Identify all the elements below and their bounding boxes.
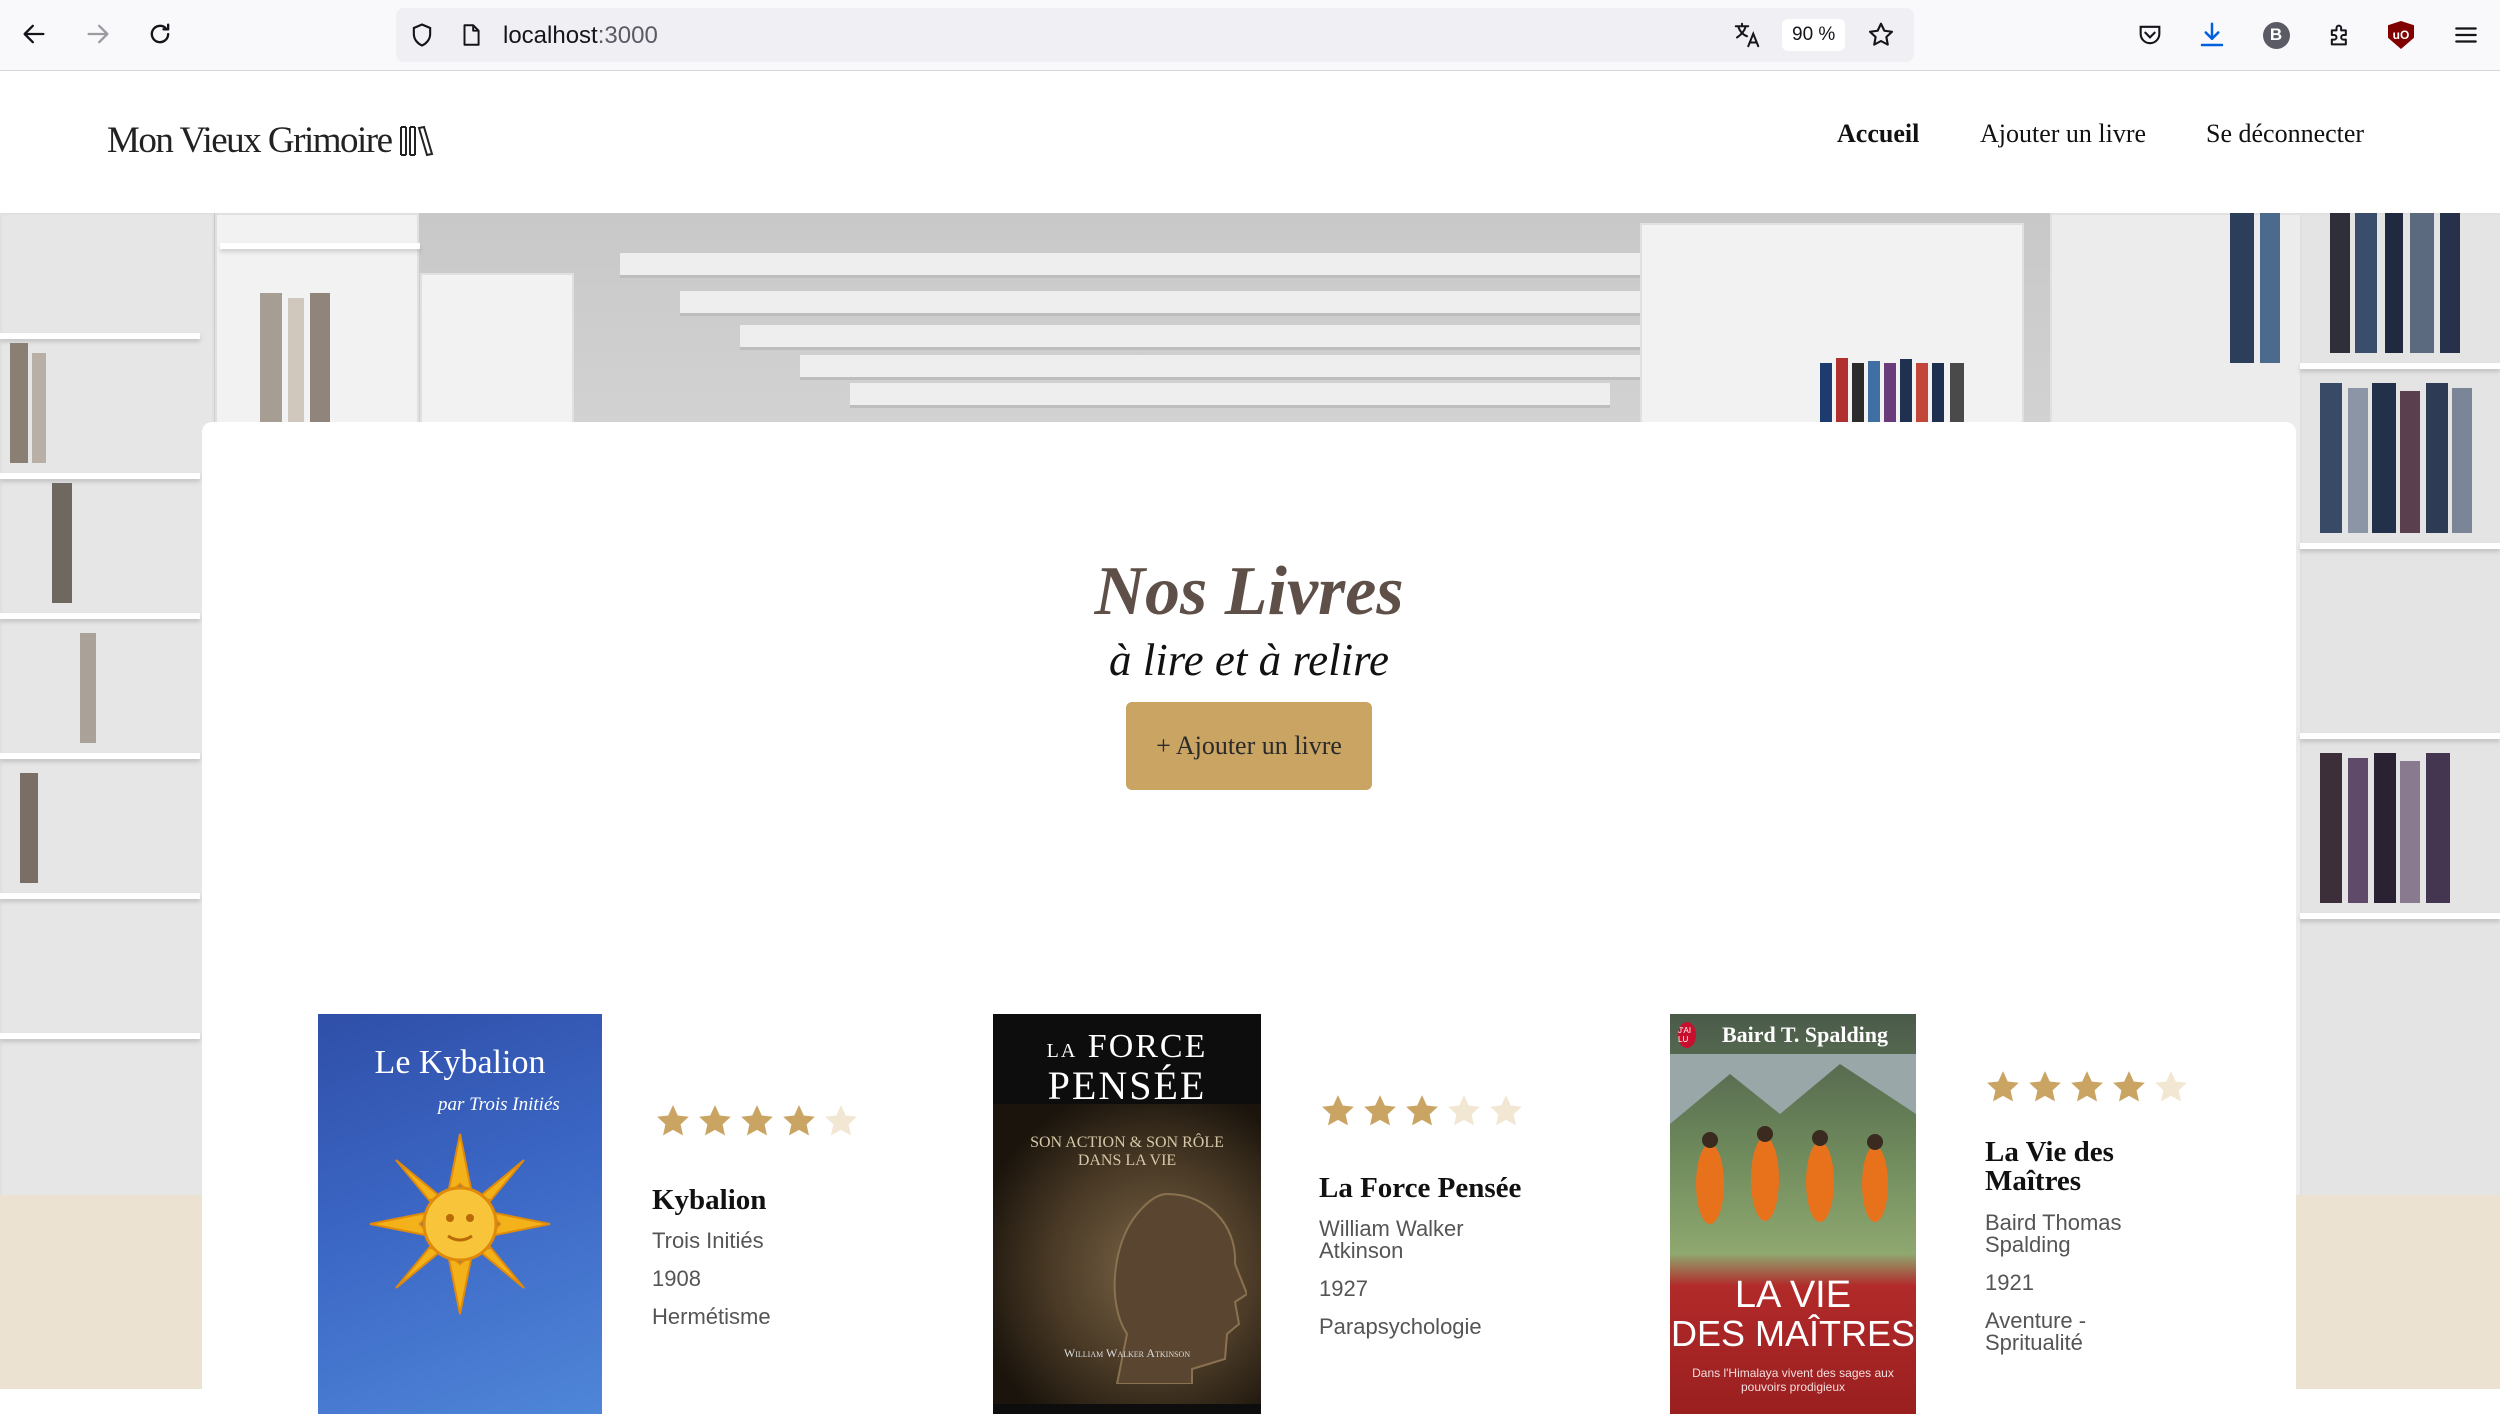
book-title[interactable]: La Vie des Maîtres [1985,1138,2195,1196]
cover-title: Le Kybalion [374,1044,546,1081]
book-genre: Hermétisme [652,1304,771,1329]
star-empty-icon [1448,1095,1480,1126]
page-subtitle: à lire et à relire [1109,635,1389,685]
translate-icon[interactable] [1732,20,1762,50]
star-filled-icon [657,1105,689,1136]
book-author: Baird Thomas Spalding [1985,1210,2122,1257]
star-filled-icon [1322,1095,1354,1126]
cover-title-line-1: LA VIE [1734,1274,1852,1316]
ublock-label: uO [2388,21,2414,49]
star-empty-icon [825,1105,857,1136]
star-filled-icon [1987,1071,2019,1102]
forward-arrow-icon [87,24,109,44]
book-year: 1927 [1319,1276,1368,1301]
star-filled-icon [1406,1095,1438,1126]
rating-stars [1984,1068,2190,1106]
nav-link-deconnecter[interactable]: Se déconnecter [2206,119,2364,149]
book-genre: Parapsychologie [1319,1314,1482,1339]
back-arrow-icon [23,24,45,44]
cover-title-force: FORCE [1087,1028,1208,1065]
extensions-puzzle-icon[interactable] [2320,15,2360,55]
page-icon[interactable] [458,21,484,49]
menu-hamburger-icon[interactable] [2446,15,2486,55]
cover-title-line-2: DES MAÎTRES [1670,1313,1916,1354]
cover-title-line-1: LA FORCE [993,1028,1261,1066]
book-year: 1921 [1985,1270,2034,1295]
book-cover-kybalion[interactable]: Le Kybalion par Trois Initiés [318,1014,602,1414]
zoom-level-badge[interactable]: 90 % [1782,19,1846,51]
logo-text: Mon Vieux Grimoire [107,120,393,161]
star-filled-icon [783,1105,815,1136]
ublock-origin-icon[interactable]: uO [2381,15,2421,55]
pocket-icon[interactable] [2130,15,2170,55]
page-title: Nos Livres [1094,553,1404,630]
profile-avatar[interactable]: B [2256,15,2296,55]
cover-title-line-2: PENSÉE [1047,1063,1207,1108]
bookmark-star-icon[interactable] [1866,20,1896,50]
reload-button[interactable] [140,14,180,54]
cover-author: Baird T. Spalding [1721,1022,1889,1047]
url-port: :3000 [597,22,658,49]
book-title[interactable]: La Force Pensée [1319,1174,1579,1203]
forward-button[interactable] [78,14,118,54]
book-title[interactable]: Kybalion [652,1186,892,1215]
star-filled-icon [699,1105,731,1136]
book-cover-la-vie-des-maitres[interactable]: J'AI LU Baird T. Spalding LA VIE DES MAÎ… [1670,1014,1916,1414]
reload-icon [150,23,170,44]
sun-illustration [369,1133,551,1315]
book-author: Trois Initiés [652,1228,764,1253]
monks-illustration [1670,1054,1916,1224]
rating-stars [654,1102,860,1140]
profile-initial: B [2262,21,2290,49]
publisher-logo: J'AI LU [1678,1022,1696,1048]
cover-title-small: LA [1046,1040,1078,1062]
url-host: localhost [503,22,598,49]
books-logo-icon [399,125,433,156]
site-logo[interactable]: Mon Vieux Grimoire [107,119,434,162]
star-filled-icon [1364,1095,1396,1126]
url-bar[interactable]: localhost:3000 90 % [396,8,1914,62]
download-icon[interactable] [2192,15,2232,55]
book-genre: Aventure - Spritualité [1985,1308,2087,1355]
browser-toolbar: localhost:3000 90 % B uO [0,0,2500,71]
back-button[interactable] [14,14,54,54]
cover-subtitle: SON ACTION & SON RÔLE DANS LA VIE [1030,1134,1224,1169]
book-year: 1908 [652,1266,701,1291]
star-filled-icon [2113,1071,2145,1102]
cover-subtitle: par Trois Initiés [438,1094,560,1115]
nav-link-accueil[interactable]: Accueil [1837,119,1919,149]
book-cover-la-force-pensee[interactable]: LA FORCE PENSÉE SON ACTION & SON RÔLE DA… [993,1014,1261,1414]
rating-stars [1319,1092,1525,1130]
url-text[interactable]: localhost:3000 [503,22,658,50]
shield-icon[interactable] [408,21,436,49]
star-empty-icon [1490,1095,1522,1126]
star-filled-icon [2029,1071,2061,1102]
books-section: Nos Livres à lire et à relire + Ajouter … [202,422,2296,1414]
nav-link-ajouter-livre[interactable]: Ajouter un livre [1980,119,2146,149]
book-author: William Walker Atkinson [1319,1216,1464,1263]
add-book-button[interactable]: + Ajouter un livre [1126,702,1372,790]
star-filled-icon [2071,1071,2103,1102]
cover-tagline: Dans l'Himalaya vivent des sages aux pou… [1692,1366,1894,1394]
star-filled-icon [741,1105,773,1136]
site-header: Mon Vieux Grimoire Accueil Ajouter un li… [0,71,2500,213]
cover-author: William Walker Atkinson [1063,1346,1191,1360]
star-empty-icon [2155,1071,2187,1102]
